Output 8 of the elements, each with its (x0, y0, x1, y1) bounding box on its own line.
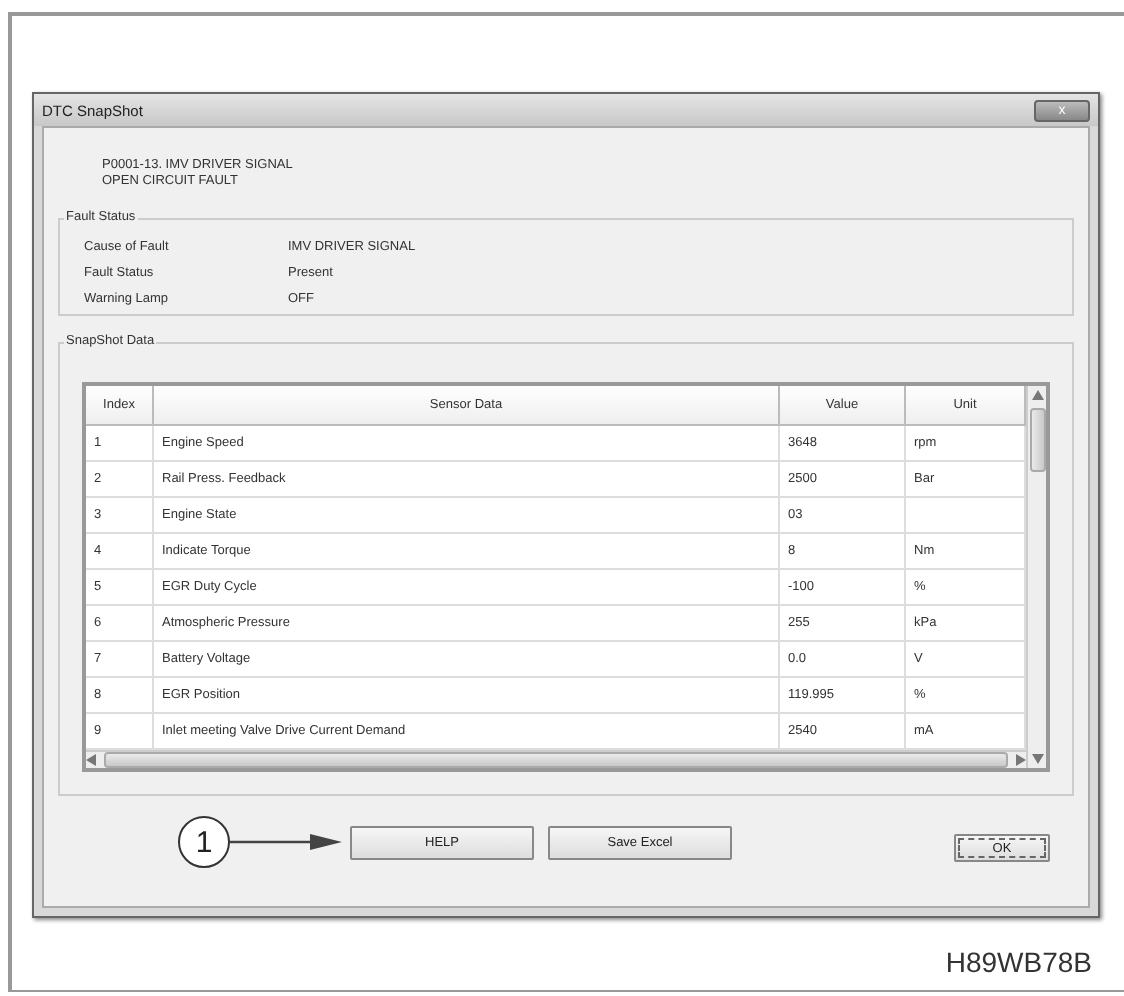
arrow-icon (230, 832, 342, 852)
callout-number: 1 (178, 816, 230, 868)
scroll-down-icon[interactable] (1031, 754, 1043, 764)
scroll-left-icon[interactable] (86, 754, 96, 766)
scroll-up-icon[interactable] (1031, 390, 1043, 400)
vertical-scrollbar[interactable] (1026, 386, 1046, 768)
figure-code: H89WB78B (945, 946, 1092, 978)
scroll-thumb[interactable] (1029, 408, 1045, 472)
